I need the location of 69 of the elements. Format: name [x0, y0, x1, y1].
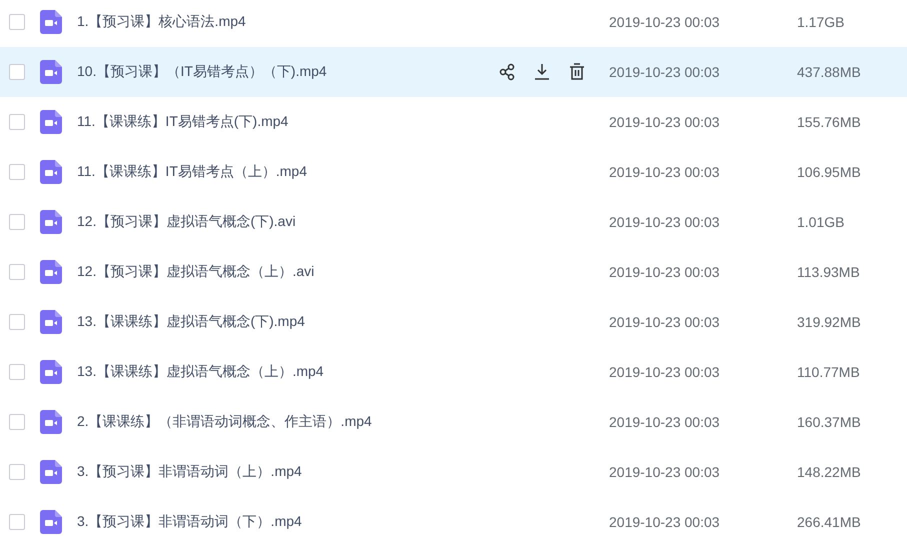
- video-file-icon: [40, 510, 62, 534]
- video-file-icon: [40, 160, 62, 184]
- file-row[interactable]: 3.【预习课】非谓语动词（下）.mp4 2019-10-23 00:03 266.41MB: [0, 497, 907, 547]
- modified-date: 2019-10-23 00:03: [609, 464, 721, 480]
- file-name[interactable]: 11.【课课练】IT易错考点（上）.mp4: [77, 163, 609, 181]
- file-name[interactable]: 2.【课课练】（非谓语动词概念、作主语）.mp4: [77, 413, 609, 431]
- file-row[interactable]: 1.【预习课】核心语法.mp4 2019-10-23 00:03 1.17GB: [0, 0, 907, 47]
- file-size: 148.22MB: [797, 464, 862, 480]
- file-row[interactable]: 12.【预习课】虚拟语气概念（上）.avi 2019-10-23 00:03 113.93MB: [0, 247, 907, 297]
- file-name[interactable]: 1.【预习课】核心语法.mp4: [77, 13, 609, 31]
- checkbox[interactable]: [9, 414, 25, 430]
- checkbox[interactable]: [9, 14, 25, 30]
- checkbox[interactable]: [9, 314, 25, 330]
- file-row[interactable]: 12.【预习课】虚拟语气概念(下).avi 2019-10-23 00:03 1.01GB: [0, 197, 907, 247]
- file-size: 160.37MB: [797, 414, 862, 430]
- file-row[interactable]: 3.【预习课】非谓语动词（上）.mp4 2019-10-23 00:03 148.22MB: [0, 447, 907, 497]
- modified-date: 2019-10-23 00:03: [609, 264, 721, 280]
- file-row[interactable]: 10.【预习课】（IT易错考点）（下).mp4 2019-10-23 00:03 437.88MB: [0, 47, 907, 97]
- file-row[interactable]: 11.【课课练】IT易错考点（上）.mp4 2019-10-23 00:03 106.95MB: [0, 147, 907, 197]
- checkbox[interactable]: [9, 464, 25, 480]
- file-name[interactable]: 12.【预习课】虚拟语气概念（上）.avi: [77, 263, 609, 281]
- video-file-icon: [40, 60, 62, 84]
- file-size: 1.01GB: [797, 214, 846, 230]
- checkbox[interactable]: [9, 514, 25, 530]
- modified-date: 2019-10-23 00:03: [609, 364, 721, 380]
- video-file-icon: [40, 110, 62, 134]
- share-icon[interactable]: [497, 62, 517, 82]
- modified-date: 2019-10-23 00:03: [609, 14, 721, 30]
- modified-date: 2019-10-23 00:03: [609, 164, 721, 180]
- file-size: 1.17GB: [797, 14, 846, 30]
- checkbox[interactable]: [9, 164, 25, 180]
- file-name[interactable]: 3.【预习课】非谓语动词（上）.mp4: [77, 463, 609, 481]
- video-file-icon: [40, 410, 62, 434]
- file-size: 155.76MB: [797, 114, 862, 130]
- checkbox[interactable]: [9, 214, 25, 230]
- file-size: 113.93MB: [797, 264, 861, 280]
- checkbox[interactable]: [9, 114, 25, 130]
- file-name[interactable]: 3.【预习课】非谓语动词（下）.mp4: [77, 513, 609, 531]
- checkbox[interactable]: [9, 264, 25, 280]
- modified-date: 2019-10-23 00:03: [609, 514, 721, 530]
- video-file-icon: [40, 310, 62, 334]
- file-size: 106.95MB: [797, 164, 862, 180]
- video-file-icon: [40, 360, 62, 384]
- file-size: 437.88MB: [797, 64, 862, 80]
- video-file-icon: [40, 210, 62, 234]
- modified-date: 2019-10-23 00:03: [609, 314, 721, 330]
- modified-date: 2019-10-23 00:03: [609, 114, 721, 130]
- checkbox[interactable]: [9, 364, 25, 380]
- file-size: 266.41MB: [797, 514, 862, 530]
- file-row[interactable]: 13.【课课练】虚拟语气概念(下).mp4 2019-10-23 00:03 319.92MB: [0, 297, 907, 347]
- delete-icon[interactable]: [567, 62, 587, 82]
- file-size: 319.92MB: [797, 314, 862, 330]
- checkbox[interactable]: [9, 64, 25, 80]
- file-row[interactable]: 11.【课课练】IT易错考点(下).mp4 2019-10-23 00:03 155.76MB: [0, 97, 907, 147]
- download-icon[interactable]: [532, 62, 552, 82]
- file-size: 110.77MB: [797, 364, 861, 380]
- video-file-icon: [40, 260, 62, 284]
- file-name[interactable]: 11.【课课练】IT易错考点(下).mp4: [77, 113, 609, 131]
- modified-date: 2019-10-23 00:03: [609, 214, 721, 230]
- file-row[interactable]: 2.【课课练】（非谓语动词概念、作主语）.mp4 2019-10-23 00:03 160.37MB: [0, 397, 907, 447]
- file-name[interactable]: 13.【课课练】虚拟语气概念（上）.mp4: [77, 363, 609, 381]
- file-row[interactable]: 13.【课课练】虚拟语气概念（上）.mp4 2019-10-23 00:03 110.77MB: [0, 347, 907, 397]
- modified-date: 2019-10-23 00:03: [609, 414, 721, 430]
- file-name[interactable]: 10.【预习课】（IT易错考点）（下).mp4: [77, 63, 497, 81]
- file-name[interactable]: 13.【课课练】虚拟语气概念(下).mp4: [77, 313, 609, 331]
- video-file-icon: [40, 460, 62, 484]
- modified-date: 2019-10-23 00:03: [609, 64, 721, 80]
- video-file-icon: [40, 10, 62, 34]
- file-name[interactable]: 12.【预习课】虚拟语气概念(下).avi: [77, 213, 609, 231]
